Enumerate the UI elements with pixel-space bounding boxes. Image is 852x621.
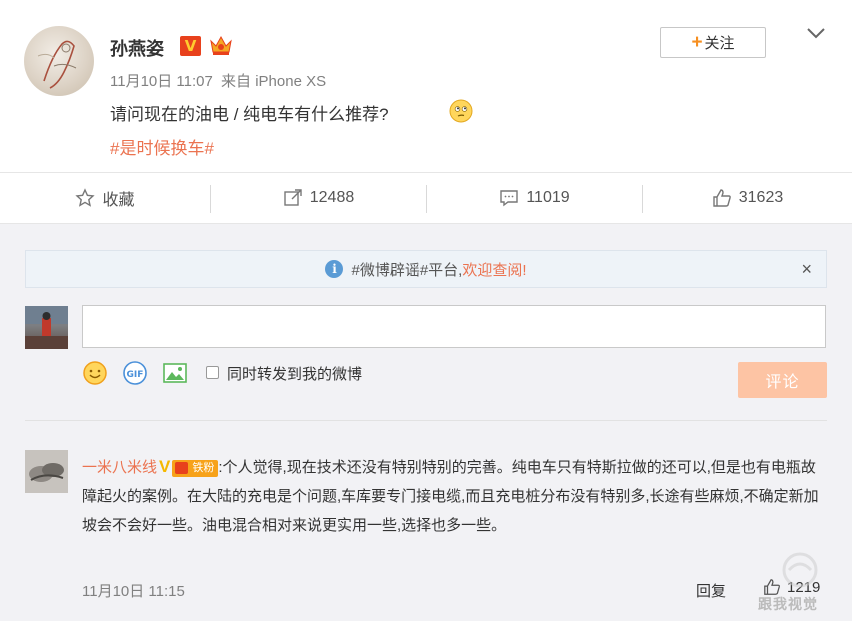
crown-icon — [210, 35, 232, 55]
gif-icon[interactable]: GIF — [122, 360, 148, 386]
rumor-notice-bar: i #微博辟谣#平台, 欢迎查阅! × — [25, 250, 827, 288]
comment-input[interactable] — [82, 305, 826, 348]
comment-item: 一米八米线 V 铁粉:个人觉得,现在技术还没有特别特别的完善。纯电车只有特斯拉做的还… — [82, 452, 824, 540]
follow-button[interactable]: + 关注 — [660, 27, 766, 58]
post-text: 请问现在的油电 / 纯电车有什么推荐? — [110, 105, 389, 124]
thumbs-up-icon — [713, 189, 731, 207]
post-hashtag[interactable]: #是时候换车# — [110, 134, 214, 159]
weibo-post: 孙燕姿 V 11月10日 11:07 来自 iPhone XS 请问现在的油电 … — [0, 0, 852, 172]
verified-v-icon: V — [180, 36, 201, 56]
info-icon: i — [325, 260, 344, 278]
author-name[interactable]: 孙燕姿 — [110, 35, 164, 61]
verified-v-icon: V — [159, 457, 171, 476]
commenter-avatar[interactable] — [25, 450, 68, 493]
repost-icon — [284, 189, 302, 206]
star-icon — [75, 188, 96, 207]
plus-icon: + — [691, 31, 703, 53]
repost-checkbox-label[interactable]: 同时转发到我的微博 — [227, 363, 362, 384]
repost-checkbox[interactable] — [206, 366, 219, 379]
watermark-text: 跟我视觉 — [758, 596, 818, 612]
divider — [25, 420, 827, 421]
repost-button[interactable]: 12488 — [211, 173, 426, 223]
comment-section: i #微博辟谣#平台, 欢迎查阅! × GIF 同时转发到我的微博 评论 一米八… — [0, 224, 852, 621]
author-avatar[interactable] — [24, 26, 94, 96]
emoji-icon[interactable] — [82, 360, 108, 386]
post-time[interactable]: 11月10日 11:07 — [110, 73, 213, 90]
svg-text:GIF: GIF — [127, 370, 144, 380]
post-meta: 11月10日 11:07 来自 iPhone XS — [110, 70, 326, 91]
follow-label: 关注 — [704, 35, 735, 52]
comment-button[interactable]: 11019 — [427, 173, 642, 223]
like-button[interactable]: 31623 — [643, 173, 852, 223]
my-avatar[interactable] — [25, 306, 68, 349]
notice-welcome[interactable]: 欢迎查阅! — [462, 259, 526, 280]
comment-icon — [500, 190, 519, 207]
favorite-label: 收藏 — [102, 192, 135, 209]
comment-count: 11019 — [526, 189, 570, 206]
thinking-emoji-icon — [449, 99, 473, 123]
post-action-bar: 收藏 12488 11019 31623 — [0, 172, 852, 224]
image-icon[interactable] — [162, 360, 188, 386]
repost-count: 12488 — [309, 189, 355, 206]
close-icon[interactable]: × — [801, 259, 812, 280]
comment-time: 11月10日 11:15 — [82, 583, 185, 600]
submit-comment-button[interactable]: 评论 — [738, 362, 827, 398]
notice-tag[interactable]: #微博辟谣#平台, — [351, 259, 462, 280]
fan-badge: 铁粉 — [172, 460, 219, 477]
post-source: 来自 iPhone XS — [221, 73, 327, 90]
reply-button[interactable]: 回复 — [696, 580, 726, 601]
favorite-button[interactable]: 收藏 — [0, 173, 210, 223]
commenter-name[interactable]: 一米八米线 — [82, 459, 157, 476]
like-count: 31623 — [738, 189, 784, 206]
chevron-down-icon[interactable] — [806, 26, 826, 40]
